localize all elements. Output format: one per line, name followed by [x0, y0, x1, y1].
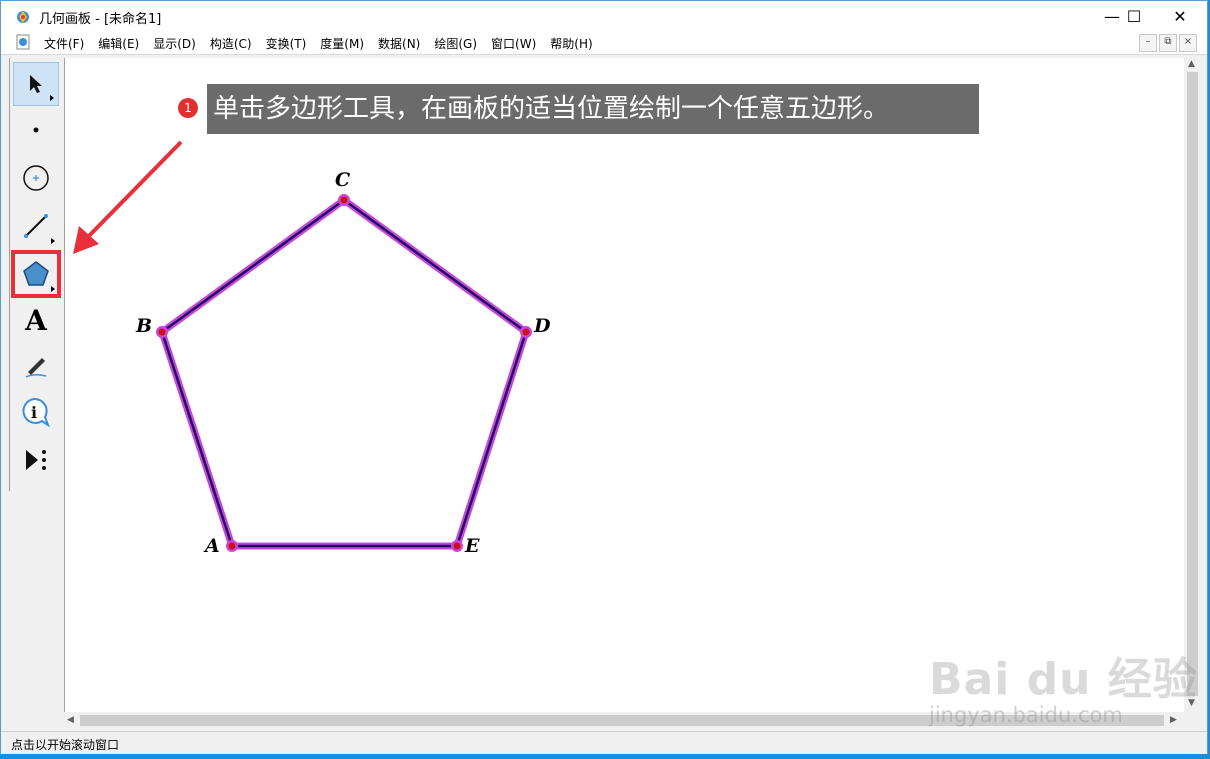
scroll-right-icon[interactable]: ▶ — [1170, 715, 1177, 725]
information-tool[interactable]: i — [13, 390, 59, 434]
polygon-tool[interactable] — [11, 250, 61, 298]
app-logo-icon — [17, 11, 29, 23]
menu-graph[interactable]: 绘图(G) — [427, 35, 484, 52]
arrow-select-tool[interactable] — [13, 62, 59, 106]
pen-icon — [25, 358, 47, 378]
toolbox: A i — [9, 58, 65, 491]
menu-display[interactable]: 显示(D) — [146, 35, 203, 52]
figure-svg — [73, 140, 532, 552]
label-b[interactable]: B — [136, 315, 152, 337]
close-button[interactable]: ✕ — [1157, 1, 1203, 31]
scroll-up-icon[interactable]: ▲ — [1188, 59, 1195, 69]
document-window-controls: – ⧉ × — [1139, 34, 1197, 52]
custom-tool[interactable] — [13, 438, 59, 482]
pentagon-highlight — [158, 196, 530, 550]
point-tool[interactable] — [13, 108, 59, 152]
sketch-canvas[interactable]: A B C D E — [64, 58, 1185, 712]
status-text: 点击以开始滚动窗口 — [11, 738, 120, 752]
maximize-icon: ☐ — [1126, 6, 1142, 26]
submenu-arrow-icon — [51, 286, 55, 292]
instruction-callout: 单击多边形工具，在画板的适当位置绘制一个任意五边形。 — [207, 84, 979, 134]
point-b[interactable] — [156, 326, 168, 338]
label-c[interactable]: C — [335, 169, 350, 191]
text-a-icon: A — [25, 303, 47, 337]
step-number-badge: 1 — [178, 98, 198, 118]
window-title: 几何画板 - [未命名1] — [39, 12, 162, 27]
point-e[interactable] — [451, 540, 463, 552]
menu-data[interactable]: 数据(N) — [371, 35, 427, 52]
baidu-watermark-logo: Bai du 经验 — [929, 654, 1198, 705]
doc-restore-button[interactable]: ⧉ — [1159, 34, 1177, 52]
straightedge-tool[interactable] — [13, 204, 59, 248]
vertical-scrollbar[interactable]: ▲ ▼ — [1184, 58, 1201, 712]
annotation-arrow-line — [81, 140, 183, 244]
point-c[interactable] — [338, 194, 350, 206]
menu-bar: 文件(F) 编辑(E) 显示(D) 构造(C) 变换(T) 度量(M) 数据(N… — [1, 31, 1207, 55]
arrow-icon — [30, 75, 42, 93]
baidu-watermark-url: jingyan.baidu.com — [929, 703, 1123, 727]
submenu-arrow-icon — [51, 238, 55, 244]
menu-items: 文件(F) 编辑(E) 显示(D) 构造(C) 变换(T) 度量(M) 数据(N… — [37, 35, 600, 52]
label-a[interactable]: A — [205, 535, 220, 557]
doc-close-button[interactable]: × — [1179, 34, 1197, 52]
app-window: 几何画板 - [未命名1] — ☐ ✕ 文件(F) 编辑(E) 显示(D) 构造… — [0, 0, 1208, 754]
circle-icon — [23, 165, 49, 191]
point-d[interactable] — [520, 326, 532, 338]
info-icon: i — [22, 397, 50, 427]
point-icon — [33, 127, 39, 133]
menu-help[interactable]: 帮助(H) — [543, 35, 599, 52]
text-tool[interactable]: A — [13, 298, 59, 342]
marker-tool[interactable] — [13, 344, 59, 388]
svg-text:i: i — [31, 403, 37, 422]
maximize-button[interactable]: ☐ — [1111, 1, 1157, 31]
menu-file[interactable]: 文件(F) — [37, 35, 91, 52]
document-icon[interactable] — [15, 34, 31, 50]
menu-window[interactable]: 窗口(W) — [484, 35, 543, 52]
close-icon: ✕ — [1173, 6, 1187, 26]
vertical-scroll-thumb[interactable] — [1187, 72, 1198, 696]
play-more-icon — [26, 450, 46, 470]
status-bar: 点击以开始滚动窗口 — [1, 731, 1207, 754]
menu-construct[interactable]: 构造(C) — [203, 35, 259, 52]
point-a[interactable] — [226, 540, 238, 552]
menu-measure[interactable]: 度量(M) — [313, 35, 371, 52]
doc-minimize-button[interactable]: – — [1139, 34, 1157, 52]
compass-tool[interactable] — [13, 156, 59, 200]
label-d[interactable]: D — [534, 315, 550, 337]
pentagon-icon — [23, 261, 49, 286]
label-e[interactable]: E — [465, 535, 479, 557]
submenu-arrow-icon — [50, 95, 54, 101]
menu-transform[interactable]: 变换(T) — [259, 35, 314, 52]
segment-icon — [24, 214, 48, 238]
title-bar: 几何画板 - [未命名1] — ☐ ✕ — [1, 1, 1207, 31]
scroll-left-icon[interactable]: ◀ — [67, 715, 74, 725]
menu-edit[interactable]: 编辑(E) — [91, 35, 146, 52]
